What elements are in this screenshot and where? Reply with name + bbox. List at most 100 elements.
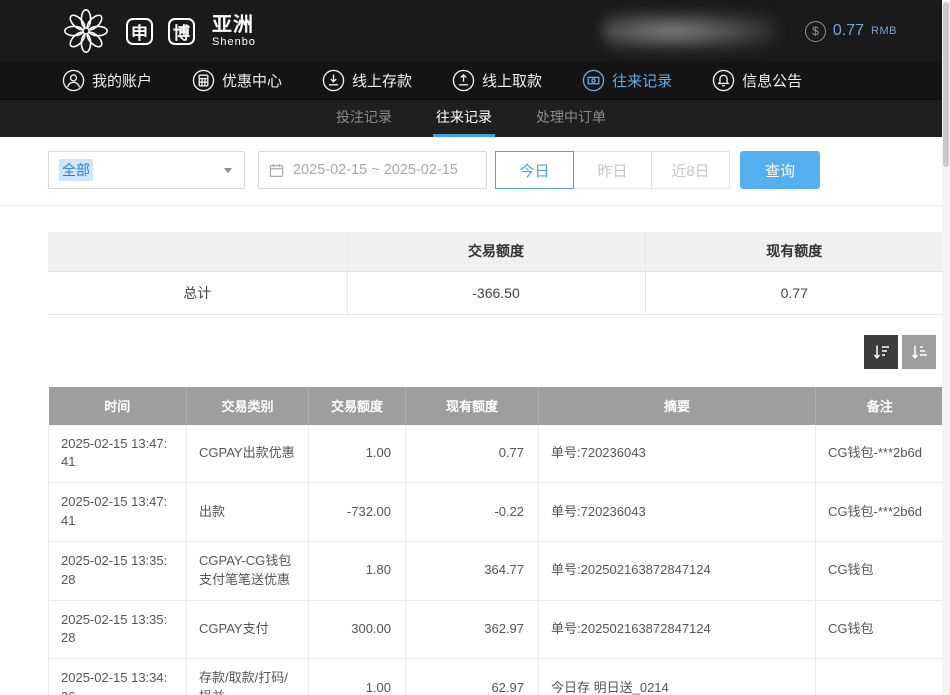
scrollbar[interactable] — [942, 0, 950, 695]
table-row: 2025-02-15 13:47:41CGPAY出款优惠1.000.77单号:7… — [49, 425, 944, 483]
col-header-type: 交易类别 — [187, 387, 309, 425]
query-button[interactable]: 查询 — [740, 151, 820, 189]
table-cell: 1.80 — [309, 541, 406, 600]
nav-label: 线上存款 — [352, 70, 412, 91]
col-header-time: 时间 — [49, 387, 187, 425]
brand-char-1: 申 — [126, 18, 153, 45]
sort-ascending-button[interactable] — [902, 335, 936, 369]
summary-total-row: 总计 -366.50 0.77 — [48, 271, 943, 314]
deposit-icon — [322, 69, 345, 92]
nav-label: 优惠中心 — [222, 70, 282, 91]
records-icon — [582, 69, 605, 92]
calendar-icon — [269, 163, 284, 178]
table-cell: CG钱包-***2b6d — [816, 425, 944, 483]
table-row: 2025-02-15 13:35:28CGPAY-CG钱包支付笔笔送优惠1.80… — [49, 541, 944, 600]
table-row: 2025-02-15 13:47:41出款-732.00-0.22单号:7202… — [49, 483, 944, 542]
quick-range-yesterday-button[interactable]: 昨日 — [573, 151, 652, 189]
category-select-value: 全部 — [59, 159, 93, 181]
table-row: 2025-02-15 13:35:28CGPAY支付300.00362.97单号… — [49, 600, 944, 659]
sort-descending-button[interactable] — [864, 335, 898, 369]
summary-header-balance: 现有额度 — [645, 232, 943, 271]
date-range-value: 2025-02-15 ~ 2025-02-15 — [293, 162, 458, 178]
table-row: 2025-02-15 13:34:36存款/取款/打码/损益1.0062.97今… — [49, 659, 944, 695]
summary-header-row: 交易额度 现有额度 — [48, 232, 943, 271]
records-header-row: 时间 交易类别 交易额度 现有额度 摘要 备注 — [49, 387, 944, 425]
table-cell: CG钱包 — [816, 541, 944, 600]
balance-display[interactable]: $ 0.77 RMB — [805, 21, 897, 42]
table-cell: 单号:202502163872847124 — [539, 541, 816, 600]
tab-pending-orders[interactable]: 处理中订单 — [533, 100, 609, 137]
table-cell: CGPAY出款优惠 — [187, 425, 309, 483]
scrollbar-thumb[interactable] — [943, 2, 949, 167]
records-table: 时间 交易类别 交易额度 现有额度 摘要 备注 2025-02-15 13:47… — [48, 387, 944, 695]
dollar-circle-icon: $ — [805, 21, 826, 42]
sort-asc-icon — [909, 342, 929, 362]
table-cell: -0.22 — [406, 483, 539, 542]
summary-table: 交易额度 现有额度 总计 -366.50 0.77 — [48, 232, 943, 315]
summary-header-transaction: 交易额度 — [347, 232, 645, 271]
col-header-amount: 交易额度 — [309, 387, 406, 425]
table-cell: 300.00 — [309, 600, 406, 659]
brand-region: 亚洲 — [212, 14, 256, 36]
tab-transaction-records[interactable]: 往来记录 — [433, 100, 495, 137]
nav-item-transaction-records[interactable]: 往来记录 — [582, 69, 672, 92]
col-header-summary: 摘要 — [539, 387, 816, 425]
table-cell: 2025-02-15 13:35:28 — [49, 600, 187, 659]
brand-subtitle: Shenbo — [212, 36, 256, 48]
table-cell: 2025-02-15 13:34:36 — [49, 659, 187, 695]
summary-total-label: 总计 — [48, 271, 347, 314]
date-range-input[interactable]: 2025-02-15 ~ 2025-02-15 — [258, 151, 487, 189]
withdraw-icon — [452, 69, 475, 92]
sub-nav: 投注记录 往来记录 处理中订单 — [0, 100, 942, 137]
table-cell: 364.77 — [406, 541, 539, 600]
sort-desc-icon — [871, 342, 891, 362]
brand-char-2: 博 — [168, 18, 195, 45]
nav-label: 线上取款 — [482, 70, 542, 91]
balance-currency: RMB — [871, 25, 897, 37]
quick-range-8days-button[interactable]: 近8日 — [651, 151, 730, 189]
table-cell: CG钱包-***2b6d — [816, 483, 944, 542]
table-cell: 1.00 — [309, 425, 406, 483]
nav-item-promotions[interactable]: 优惠中心 — [192, 69, 282, 92]
nav-label: 往来记录 — [612, 70, 672, 91]
col-header-remarks: 备注 — [816, 387, 944, 425]
records-table-body: 2025-02-15 13:47:41CGPAY出款优惠1.000.77单号:7… — [49, 425, 944, 695]
nav-item-announcements[interactable]: 信息公告 — [712, 69, 802, 92]
col-header-balance: 现有额度 — [406, 387, 539, 425]
flower-logo-icon — [60, 5, 112, 57]
brand-logo[interactable]: 申 博 亚洲 Shenbo — [60, 5, 256, 57]
table-cell: -732.00 — [309, 483, 406, 542]
privacy-blur-username — [602, 12, 777, 50]
table-cell: 单号:720236043 — [539, 483, 816, 542]
nav-label: 我的账户 — [92, 70, 152, 91]
quick-range-group: 今日 昨日 近8日 — [495, 151, 730, 189]
summary-transaction-total: -366.50 — [347, 271, 645, 314]
bell-icon — [712, 69, 735, 92]
nav-item-my-account[interactable]: 我的账户 — [62, 69, 152, 92]
table-cell: 单号:202502163872847124 — [539, 600, 816, 659]
balance-amount: 0.77 — [833, 22, 864, 40]
table-cell: CGPAY支付 — [187, 600, 309, 659]
user-icon — [62, 69, 85, 92]
table-cell — [816, 659, 944, 695]
tab-betting-records[interactable]: 投注记录 — [333, 100, 395, 137]
nav-label: 信息公告 — [742, 70, 802, 91]
table-cell: 62.97 — [406, 659, 539, 695]
table-cell: 2025-02-15 13:47:41 — [49, 483, 187, 542]
promo-icon — [192, 69, 215, 92]
table-cell: 今日存 明日送_0214 — [539, 659, 816, 695]
table-cell: 存款/取款/打码/损益 — [187, 659, 309, 695]
category-select[interactable]: 全部 — [48, 151, 245, 189]
main-nav: 我的账户 优惠中心 线上存款 线上取款 — [0, 62, 942, 100]
nav-item-withdraw[interactable]: 线上取款 — [452, 69, 542, 92]
top-header: 申 博 亚洲 Shenbo $ 0.77 RMB — [0, 0, 942, 62]
quick-range-today-button[interactable]: 今日 — [495, 151, 574, 189]
table-cell: 362.97 — [406, 600, 539, 659]
nav-item-deposit[interactable]: 线上存款 — [322, 69, 412, 92]
summary-current-balance: 0.77 — [645, 271, 943, 314]
table-cell: 0.77 — [406, 425, 539, 483]
table-cell: 出款 — [187, 483, 309, 542]
table-cell: CGPAY-CG钱包支付笔笔送优惠 — [187, 541, 309, 600]
table-cell: 单号:720236043 — [539, 425, 816, 483]
table-cell: 1.00 — [309, 659, 406, 695]
